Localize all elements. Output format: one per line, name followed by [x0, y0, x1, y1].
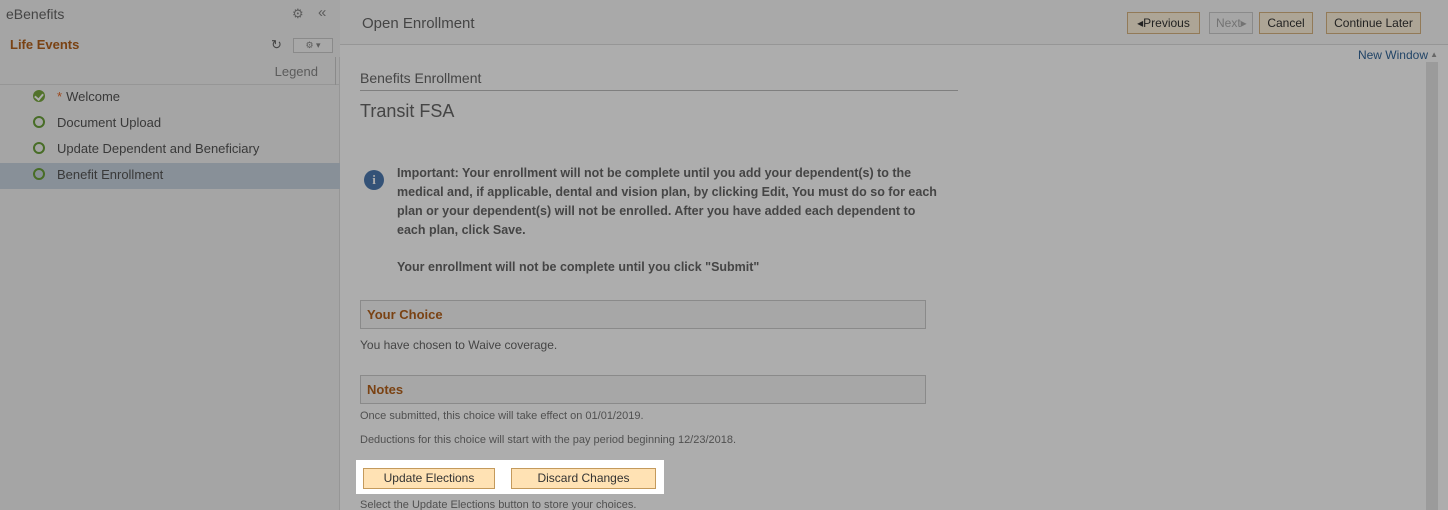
notes-effective-date: Once submitted, this choice will take ef… [360, 410, 644, 422]
info-icon: i [364, 170, 384, 190]
collapse-icon[interactable]: « [318, 4, 326, 21]
step-label: Document Upload [57, 115, 162, 130]
life-events-title: Life Events [10, 37, 80, 52]
footer-instruction: Select the Update Elections button to st… [360, 499, 637, 510]
actions-menu-icon[interactable]: ⚙ ▾ [293, 38, 333, 53]
your-choice-box: Your Choice [360, 300, 926, 329]
continue-later-button[interactable]: Continue Later [1326, 12, 1421, 34]
your-choice-title: Your Choice [367, 307, 443, 322]
info-message-submit: Your enrollment will not be complete unt… [397, 260, 760, 274]
left-navigation-panel: eBenefits ⚙ « Life Events ↻ ⚙ ▾ Legend *… [0, 0, 340, 510]
step-benefit-enrollment[interactable]: Benefit Enrollment [0, 163, 340, 189]
legend-link[interactable]: Legend [275, 64, 318, 79]
next-button[interactable]: Next▸ [1209, 12, 1253, 34]
divider [360, 90, 958, 91]
step-label: Benefit Enrollment [57, 167, 164, 182]
cancel-button[interactable]: Cancel [1259, 12, 1313, 34]
legend-bar: Legend [0, 57, 340, 85]
notes-title: Notes [367, 382, 404, 397]
gear-icon[interactable]: ⚙ [292, 6, 304, 22]
life-events-header: Life Events ↻ ⚙ ▾ [0, 35, 340, 57]
step-label: Update Dependent and Beneficiary [57, 141, 260, 156]
step-document-upload[interactable]: Document Upload [0, 111, 340, 137]
breadcrumb: Benefits Enrollment [360, 70, 482, 86]
new-window-link[interactable]: New Window [1358, 48, 1428, 62]
main-header: Open Enrollment ◂Previous Next▸ Cancel C… [340, 0, 1448, 45]
refresh-icon[interactable]: ↻ [271, 37, 282, 53]
scroll-up-icon[interactable]: ▲ [1430, 50, 1438, 59]
update-elections-button[interactable]: Update Elections [363, 468, 495, 489]
main-content: Open Enrollment ◂Previous Next▸ Cancel C… [340, 0, 1448, 510]
complete-check-icon [33, 90, 45, 102]
step-welcome[interactable]: * Welcome [0, 85, 340, 111]
notes-deductions: Deductions for this choice will start wi… [360, 434, 737, 446]
step-update-dependent[interactable]: Update Dependent and Beneficiary [0, 137, 340, 163]
previous-button[interactable]: ◂Previous [1127, 12, 1200, 34]
notes-box: Notes [360, 375, 926, 404]
required-marker: * [57, 89, 63, 104]
page-title: Open Enrollment [362, 15, 475, 32]
info-message: Important: Your enrollment will not be c… [397, 166, 937, 237]
step-label: Welcome [66, 89, 121, 104]
open-circle-icon [33, 142, 45, 154]
discard-changes-button[interactable]: Discard Changes [511, 468, 656, 489]
action-buttons: Update Elections Discard Changes [356, 460, 664, 494]
choice-text: You have chosen to Waive coverage. [360, 338, 558, 352]
scrollbar[interactable] [1426, 62, 1438, 510]
section-title: Transit FSA [360, 101, 455, 121]
open-circle-icon [33, 116, 45, 128]
left-panel-header: eBenefits ⚙ « [0, 0, 340, 35]
open-circle-icon [33, 168, 45, 180]
divider [335, 57, 336, 85]
app-title: eBenefits [6, 6, 65, 22]
